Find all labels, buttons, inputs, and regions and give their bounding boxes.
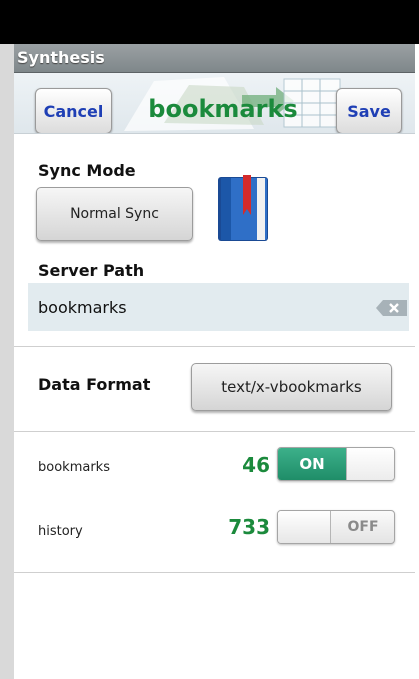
sync-mode-label: Sync Mode [38,161,136,180]
toggle-off-label: OFF [347,519,379,535]
sync-item-count-history: 733 [228,515,270,539]
toggle-knob [278,511,331,543]
sync-mode-button[interactable]: Normal Sync [36,187,193,241]
cancel-button[interactable]: Cancel [35,88,112,133]
toggle-bookmarks[interactable]: ON [277,447,395,481]
data-format-button[interactable]: text/x-vbookmarks [191,363,392,411]
divider [14,431,415,432]
app-title-bar: Synthesis [14,44,415,73]
status-bar [0,0,419,44]
toggle-history[interactable]: OFF [277,510,395,544]
server-path-field[interactable]: bookmarks [28,283,409,331]
server-path-label: Server Path [38,261,145,280]
clear-text-icon[interactable] [375,299,409,317]
divider [14,346,415,347]
app-title: Synthesis [17,48,105,67]
toggle-on-label: ON [278,448,346,480]
app-window: Synthesis Cancel bookmarks Save Sync Mod… [14,44,415,679]
toggle-knob [346,448,394,480]
server-path-value: bookmarks [38,298,127,317]
data-format-label: Data Format [38,375,151,394]
right-edge [415,44,419,679]
sync-item-count-bookmarks: 46 [242,453,270,477]
sync-item-label-history: history [38,524,83,539]
bookmark-book-icon [218,175,268,241]
left-edge-strip [0,44,14,679]
page-title: bookmarks [148,95,298,123]
header-bar: Cancel bookmarks Save [14,73,415,134]
save-button[interactable]: Save [336,88,402,133]
divider [14,572,415,573]
sync-item-label-bookmarks: bookmarks [38,460,110,475]
